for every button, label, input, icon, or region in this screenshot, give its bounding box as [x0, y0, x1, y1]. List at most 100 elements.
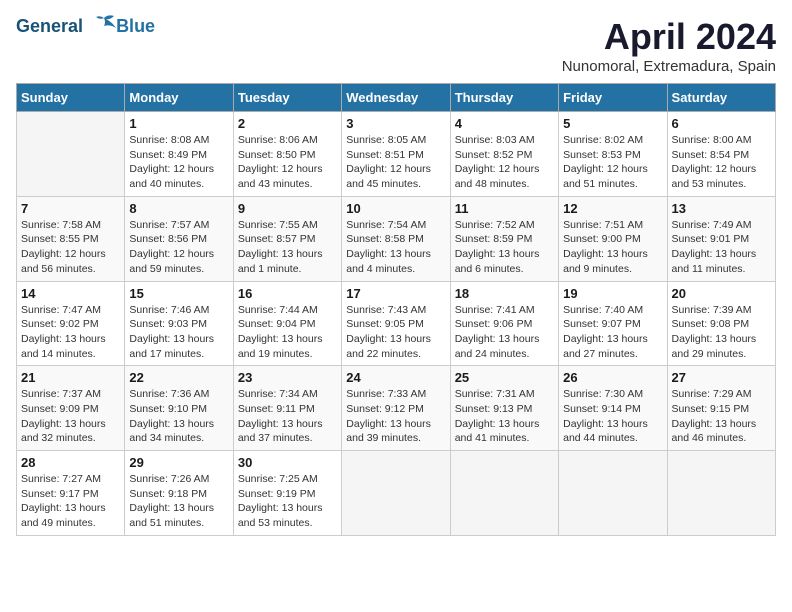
logo: General Blue: [16, 16, 155, 37]
day-number: 30: [238, 455, 337, 470]
week-row-1: 1 Sunrise: 8:08 AM Sunset: 8:49 PM Daylig…: [17, 112, 776, 197]
day-info: Sunrise: 8:06 AM Sunset: 8:50 PM Dayligh…: [238, 133, 337, 192]
day-cell: 21 Sunrise: 7:37 AM Sunset: 9:09 PM Dayli…: [17, 366, 125, 451]
day-number: 29: [129, 455, 228, 470]
day-number: 16: [238, 286, 337, 301]
day-number: 1: [129, 116, 228, 131]
day-number: 22: [129, 370, 228, 385]
day-info: Sunrise: 7:54 AM Sunset: 8:58 PM Dayligh…: [346, 218, 445, 277]
day-info: Sunrise: 7:49 AM Sunset: 9:01 PM Dayligh…: [672, 218, 771, 277]
day-cell: 20 Sunrise: 7:39 AM Sunset: 9:08 PM Dayli…: [667, 281, 775, 366]
day-info: Sunrise: 8:08 AM Sunset: 8:49 PM Dayligh…: [129, 133, 228, 192]
day-info: Sunrise: 7:55 AM Sunset: 8:57 PM Dayligh…: [238, 218, 337, 277]
day-cell: 27Sunrise: 7:29 AM Sunset: 9:15 PM Dayli…: [667, 366, 775, 451]
day-number: 3: [346, 116, 445, 131]
day-cell: 1 Sunrise: 8:08 AM Sunset: 8:49 PM Daylig…: [125, 112, 233, 197]
day-cell: 22Sunrise: 7:36 AM Sunset: 9:10 PM Dayli…: [125, 366, 233, 451]
day-info: Sunrise: 8:05 AM Sunset: 8:51 PM Dayligh…: [346, 133, 445, 192]
day-info: Sunrise: 8:00 AM Sunset: 8:54 PM Dayligh…: [672, 133, 771, 192]
day-cell: 5 Sunrise: 8:02 AM Sunset: 8:53 PM Daylig…: [559, 112, 667, 197]
day-cell: 24 Sunrise: 7:33 AM Sunset: 9:12 PM Dayli…: [342, 366, 450, 451]
day-info: Sunrise: 7:27 AM Sunset: 9:17 PM Dayligh…: [21, 472, 120, 531]
day-cell: [342, 451, 450, 536]
day-info: Sunrise: 7:43 AM Sunset: 9:05 PM Dayligh…: [346, 303, 445, 362]
day-number: 19: [563, 286, 662, 301]
day-cell: 23Sunrise: 7:34 AM Sunset: 9:11 PM Dayli…: [233, 366, 341, 451]
day-number: 13: [672, 201, 771, 216]
week-row-2: 7 Sunrise: 7:58 AM Sunset: 8:55 PM Daylig…: [17, 196, 776, 281]
day-header-friday: Friday: [559, 84, 667, 112]
day-number: 17: [346, 286, 445, 301]
page-header: General Blue April 2024 Nunomoral, Extre…: [16, 16, 776, 75]
day-header-saturday: Saturday: [667, 84, 775, 112]
day-info: Sunrise: 7:46 AM Sunset: 9:03 PM Dayligh…: [129, 303, 228, 362]
logo-bird-icon: [90, 14, 118, 36]
calendar-table: SundayMondayTuesdayWednesdayThursdayFrid…: [16, 83, 776, 536]
day-number: 26: [563, 370, 662, 385]
day-info: Sunrise: 7:34 AM Sunset: 9:11 PM Dayligh…: [238, 387, 337, 446]
day-number: 9: [238, 201, 337, 216]
day-info: Sunrise: 7:30 AM Sunset: 9:14 PM Dayligh…: [563, 387, 662, 446]
day-info: Sunrise: 7:26 AM Sunset: 9:18 PM Dayligh…: [129, 472, 228, 531]
day-cell: 8 Sunrise: 7:57 AM Sunset: 8:56 PM Daylig…: [125, 196, 233, 281]
day-info: Sunrise: 7:31 AM Sunset: 9:13 PM Dayligh…: [455, 387, 554, 446]
day-number: 15: [129, 286, 228, 301]
month-title: April 2024: [562, 16, 776, 58]
calendar-header-row: SundayMondayTuesdayWednesdayThursdayFrid…: [17, 84, 776, 112]
day-number: 20: [672, 286, 771, 301]
day-cell: 4 Sunrise: 8:03 AM Sunset: 8:52 PM Daylig…: [450, 112, 558, 197]
day-info: Sunrise: 7:33 AM Sunset: 9:12 PM Dayligh…: [346, 387, 445, 446]
day-cell: 7 Sunrise: 7:58 AM Sunset: 8:55 PM Daylig…: [17, 196, 125, 281]
day-cell: 12Sunrise: 7:51 AM Sunset: 9:00 PM Dayli…: [559, 196, 667, 281]
day-cell: 29 Sunrise: 7:26 AM Sunset: 9:18 PM Dayli…: [125, 451, 233, 536]
day-cell: 14 Sunrise: 7:47 AM Sunset: 9:02 PM Dayli…: [17, 281, 125, 366]
day-info: Sunrise: 7:37 AM Sunset: 9:09 PM Dayligh…: [21, 387, 120, 446]
day-info: Sunrise: 7:25 AM Sunset: 9:19 PM Dayligh…: [238, 472, 337, 531]
day-number: 7: [21, 201, 120, 216]
day-number: 18: [455, 286, 554, 301]
day-cell: 2 Sunrise: 8:06 AM Sunset: 8:50 PM Daylig…: [233, 112, 341, 197]
day-header-tuesday: Tuesday: [233, 84, 341, 112]
day-number: 10: [346, 201, 445, 216]
day-info: Sunrise: 8:03 AM Sunset: 8:52 PM Dayligh…: [455, 133, 554, 192]
day-cell: 19Sunrise: 7:40 AM Sunset: 9:07 PM Dayli…: [559, 281, 667, 366]
day-info: Sunrise: 7:47 AM Sunset: 9:02 PM Dayligh…: [21, 303, 120, 362]
day-cell: 18 Sunrise: 7:41 AM Sunset: 9:06 PM Dayli…: [450, 281, 558, 366]
day-number: 27: [672, 370, 771, 385]
logo-blue: Blue: [116, 16, 155, 37]
day-cell: 16Sunrise: 7:44 AM Sunset: 9:04 PM Dayli…: [233, 281, 341, 366]
day-number: 25: [455, 370, 554, 385]
day-number: 24: [346, 370, 445, 385]
day-info: Sunrise: 7:52 AM Sunset: 8:59 PM Dayligh…: [455, 218, 554, 277]
day-info: Sunrise: 8:02 AM Sunset: 8:53 PM Dayligh…: [563, 133, 662, 192]
day-number: 8: [129, 201, 228, 216]
day-cell: 3 Sunrise: 8:05 AM Sunset: 8:51 PM Daylig…: [342, 112, 450, 197]
day-info: Sunrise: 7:39 AM Sunset: 9:08 PM Dayligh…: [672, 303, 771, 362]
day-cell: 6 Sunrise: 8:00 AM Sunset: 8:54 PM Daylig…: [667, 112, 775, 197]
day-info: Sunrise: 7:57 AM Sunset: 8:56 PM Dayligh…: [129, 218, 228, 277]
day-number: 2: [238, 116, 337, 131]
location: Nunomoral, Extremadura, Spain: [562, 58, 776, 75]
day-number: 14: [21, 286, 120, 301]
day-cell: [559, 451, 667, 536]
day-header-thursday: Thursday: [450, 84, 558, 112]
day-info: Sunrise: 7:41 AM Sunset: 9:06 PM Dayligh…: [455, 303, 554, 362]
day-cell: 11Sunrise: 7:52 AM Sunset: 8:59 PM Dayli…: [450, 196, 558, 281]
day-cell: 15 Sunrise: 7:46 AM Sunset: 9:03 PM Dayli…: [125, 281, 233, 366]
day-cell: [450, 451, 558, 536]
day-cell: 28Sunrise: 7:27 AM Sunset: 9:17 PM Dayli…: [17, 451, 125, 536]
day-cell: 9 Sunrise: 7:55 AM Sunset: 8:57 PM Daylig…: [233, 196, 341, 281]
day-header-sunday: Sunday: [17, 84, 125, 112]
day-cell: 30 Sunrise: 7:25 AM Sunset: 9:19 PM Dayli…: [233, 451, 341, 536]
week-row-4: 21 Sunrise: 7:37 AM Sunset: 9:09 PM Dayli…: [17, 366, 776, 451]
day-number: 21: [21, 370, 120, 385]
day-number: 6: [672, 116, 771, 131]
day-number: 5: [563, 116, 662, 131]
day-cell: 25 Sunrise: 7:31 AM Sunset: 9:13 PM Dayli…: [450, 366, 558, 451]
day-cell: [17, 112, 125, 197]
day-info: Sunrise: 7:58 AM Sunset: 8:55 PM Dayligh…: [21, 218, 120, 277]
day-cell: 10 Sunrise: 7:54 AM Sunset: 8:58 PM Dayli…: [342, 196, 450, 281]
day-number: 4: [455, 116, 554, 131]
week-row-5: 28Sunrise: 7:27 AM Sunset: 9:17 PM Dayli…: [17, 451, 776, 536]
day-info: Sunrise: 7:51 AM Sunset: 9:00 PM Dayligh…: [563, 218, 662, 277]
